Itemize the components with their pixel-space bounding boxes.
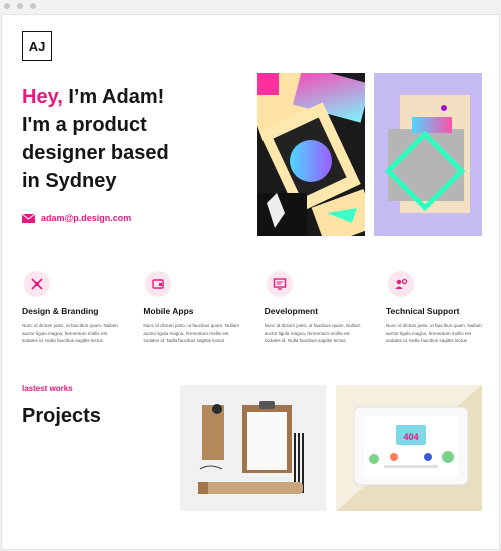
works-kicker: lastest works [22, 384, 73, 393]
service-card: Technical Support Nunc id dictum justo, … [386, 271, 482, 345]
mobile-app-icon [145, 271, 172, 297]
window-dot-close[interactable] [4, 3, 10, 9]
project-card-tablet[interactable]: 404 [336, 385, 482, 511]
design-tools-icon [24, 271, 50, 297]
portfolio-page: AJ Hey, I’m Adam! I'm a product designer… [1, 14, 500, 550]
services-row: Design & Branding Nunc id dictum justo, … [22, 271, 482, 345]
service-card: Development Nunc id dictum justo, ut fau… [265, 271, 361, 345]
hero-artwork-left [257, 73, 365, 236]
service-title: Development [264, 306, 319, 316]
project-card-stationery[interactable] [180, 385, 326, 511]
logo[interactable]: AJ [22, 31, 52, 61]
window-dot-maximize[interactable] [30, 3, 36, 9]
mail-icon [22, 213, 35, 223]
works-title: Projects [22, 405, 101, 427]
support-gear-icon [387, 271, 414, 297]
service-description: Nunc id dictum justo, ut faucibus quam. … [22, 323, 118, 344]
window-chrome [0, 0, 501, 14]
hero-intro: I’m Adam! [62, 86, 165, 108]
svg-text:404: 404 [403, 432, 418, 442]
hero-artwork-right [374, 73, 482, 236]
service-description: Nunc id dictum justo, ut faucibus quam. … [264, 323, 361, 344]
hero-line-3: designer based [22, 142, 169, 164]
service-card: Mobile Apps Nunc id dictum justo, ut fau… [143, 271, 239, 345]
hero-line-4: in Sydney [22, 170, 117, 192]
service-card: Design & Branding Nunc id dictum justo, … [22, 271, 118, 345]
hero-greeting: Hey, [22, 86, 63, 108]
monitor-code-icon [266, 271, 293, 297]
email-link[interactable]: adam@p.design.com [22, 213, 131, 223]
window-dot-minimize[interactable] [17, 3, 23, 9]
service-description: Nunc id dictum justo, ut faucibus quam. … [385, 323, 482, 344]
service-title: Mobile Apps [143, 306, 194, 316]
email-text: adam@p.design.com [41, 213, 132, 223]
service-title: Technical Support [385, 306, 460, 316]
service-title: Design & Branding [22, 306, 99, 316]
hero-title: Hey, I’m Adam! I'm a product designer ba… [22, 83, 242, 195]
hero-line-2: I'm a product [22, 114, 147, 136]
service-description: Nunc id dictum justo, ut faucibus quam. … [143, 323, 240, 344]
